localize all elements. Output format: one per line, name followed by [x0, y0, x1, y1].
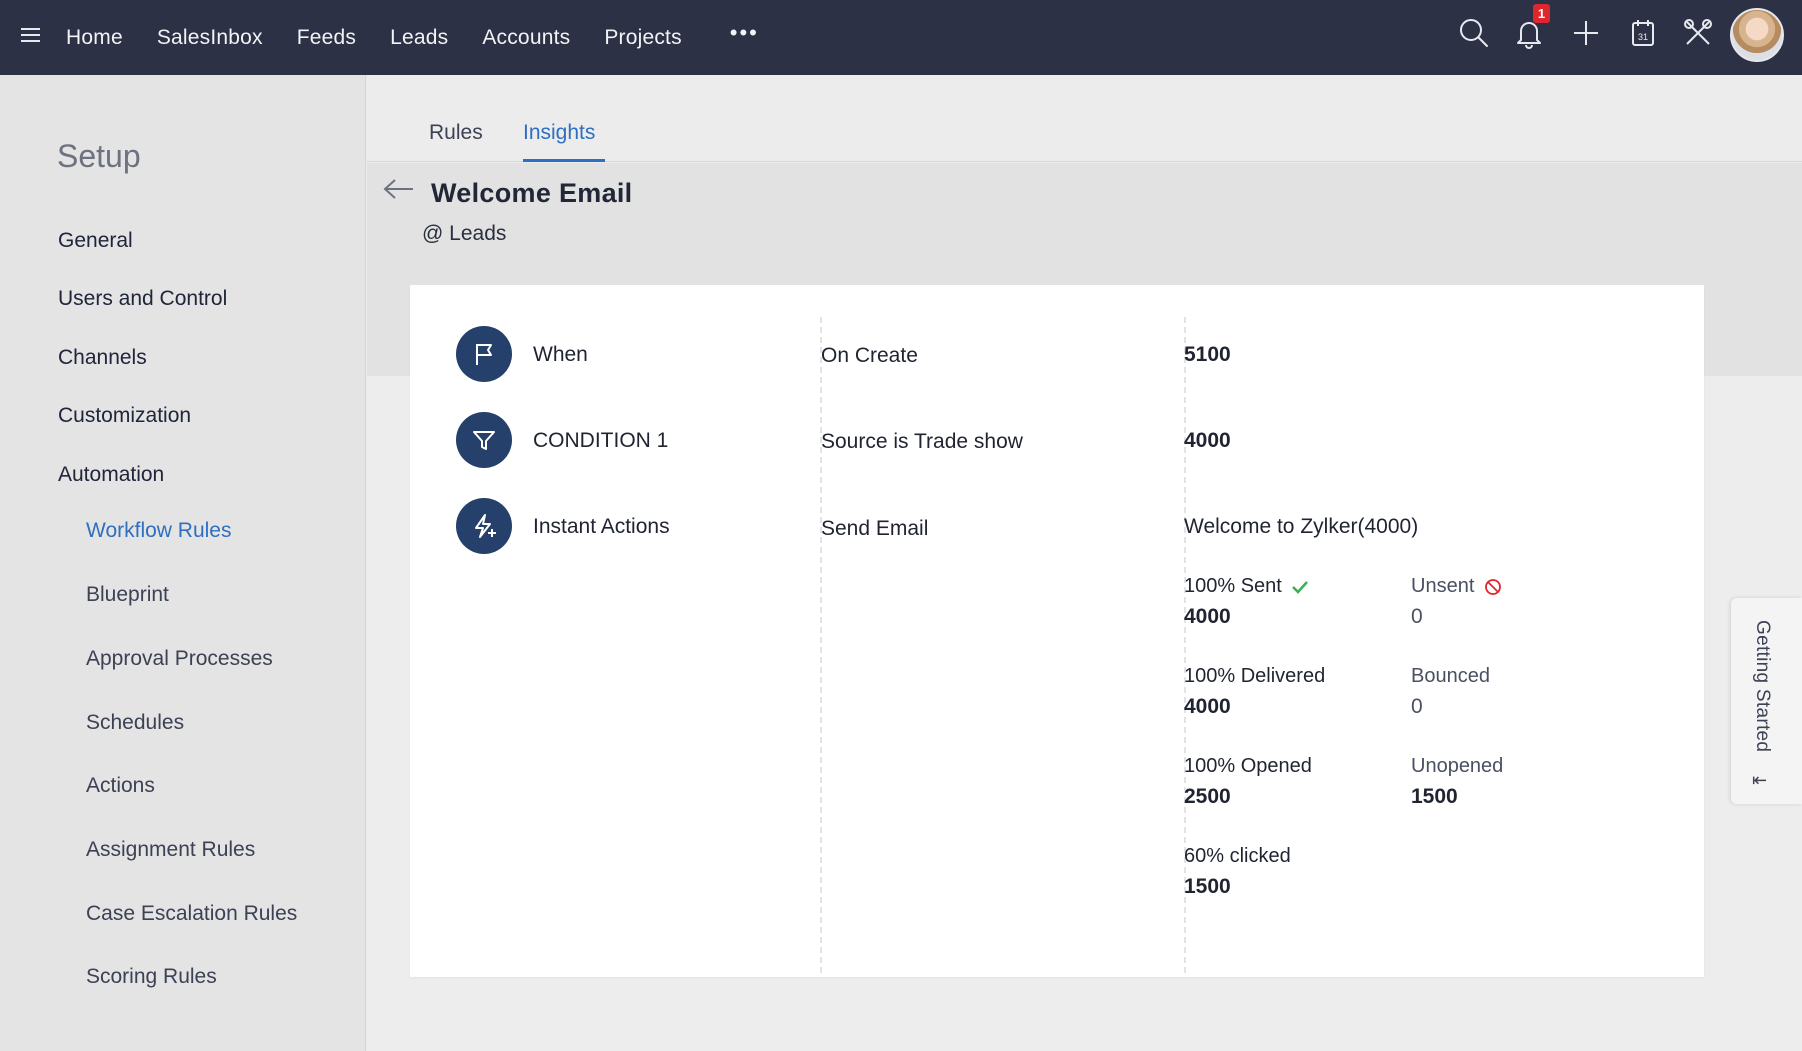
back-arrow-icon[interactable] [382, 177, 416, 201]
sidebar-item-actions[interactable]: Actions [86, 774, 155, 798]
hamburger-menu-icon[interactable] [21, 28, 40, 44]
tools-icon[interactable] [1681, 16, 1715, 50]
unsent-value: 0 [1411, 605, 1423, 628]
sidebar-item-approval-processes[interactable]: Approval Processes [86, 647, 273, 671]
sidebar-item-users-and-control[interactable]: Users and Control [58, 287, 227, 311]
main-nav: Home SalesInbox Feeds Leads Accounts Pro… [66, 0, 759, 75]
filter-icon [456, 412, 512, 468]
sent-label: 100% Sent [1184, 575, 1309, 598]
sent-value: 4000 [1184, 605, 1231, 628]
user-avatar[interactable] [1730, 8, 1784, 62]
step-actions-detail: Send Email [821, 517, 929, 540]
getting-started-tab[interactable]: Getting Started ⇤ [1731, 598, 1802, 804]
calendar-icon[interactable]: 31 [1626, 16, 1660, 50]
step-actions-label: Instant Actions [533, 515, 670, 538]
sidebar-item-automation[interactable]: Automation [58, 463, 164, 487]
step-when-detail: On Create [821, 344, 918, 367]
sidebar-item-customization[interactable]: Customization [58, 404, 191, 428]
nav-salesinbox[interactable]: SalesInbox [157, 26, 263, 50]
step-when-label: When [533, 343, 588, 366]
sidebar-item-schedules[interactable]: Schedules [86, 711, 184, 735]
step-when-count: 5100 [1184, 343, 1231, 366]
nav-accounts[interactable]: Accounts [482, 26, 570, 50]
sidebar-item-case-escalation-rules[interactable]: Case Escalation Rules [86, 902, 297, 926]
sidebar-item-workflow-rules[interactable]: Workflow Rules [86, 519, 231, 543]
page-title: Welcome Email [431, 178, 633, 208]
active-tab-indicator [523, 159, 605, 162]
sidebar-item-general[interactable]: General [58, 229, 133, 253]
top-navigation-bar: Home SalesInbox Feeds Leads Accounts Pro… [0, 0, 1802, 75]
plus-icon[interactable] [1569, 16, 1603, 50]
opened-value: 2500 [1184, 785, 1231, 808]
sidebar-item-assignment-rules[interactable]: Assignment Rules [86, 838, 255, 862]
column-divider [820, 317, 822, 973]
bounced-value: 0 [1411, 695, 1423, 718]
lightning-icon [456, 498, 512, 554]
main-content: Rules Insights Welcome Email @ Leads Whe… [367, 75, 1802, 1051]
clicked-label: 60% clicked [1184, 845, 1291, 867]
setup-sidebar: Setup General Users and Control Channels… [0, 75, 366, 1051]
collapse-arrow-icon: ⇤ [1752, 770, 1768, 790]
bounced-label: Bounced [1411, 665, 1490, 687]
nav-feeds[interactable]: Feeds [297, 26, 356, 50]
unsent-label: Unsent [1411, 575, 1502, 598]
tab-bar: Rules Insights [367, 75, 1802, 162]
opened-label: 100% Opened [1184, 755, 1312, 777]
tab-insights[interactable]: Insights [523, 121, 595, 145]
tab-rules[interactable]: Rules [429, 121, 483, 145]
svg-text:31: 31 [1638, 32, 1648, 42]
sidebar-item-channels[interactable]: Channels [58, 346, 147, 370]
step-condition-count: 4000 [1184, 429, 1231, 452]
delivered-value: 4000 [1184, 695, 1231, 718]
delivered-label: 100% Delivered [1184, 665, 1326, 687]
unopened-value: 1500 [1411, 785, 1458, 808]
blocked-icon [1485, 578, 1501, 595]
sidebar-title: Setup [57, 138, 141, 174]
step-condition-label: CONDITION 1 [533, 429, 669, 452]
insights-card: When On Create 5100 CONDITION 1 Source i… [410, 285, 1704, 977]
check-icon [1292, 580, 1309, 594]
flag-icon [456, 326, 512, 382]
nav-leads[interactable]: Leads [390, 26, 448, 50]
email-template-name: Welcome to Zylker(4000) [1184, 515, 1419, 538]
clicked-value: 1500 [1184, 875, 1231, 898]
unopened-label: Unopened [1411, 755, 1504, 777]
sidebar-item-blueprint[interactable]: Blueprint [86, 583, 169, 607]
notification-badge: 1 [1533, 4, 1550, 23]
nav-projects[interactable]: Projects [604, 26, 681, 50]
search-icon[interactable] [1457, 16, 1491, 50]
more-options-icon[interactable]: ••• [730, 20, 759, 46]
module-label: @ Leads [422, 222, 507, 245]
step-condition-detail: Source is Trade show [821, 430, 1023, 453]
bell-icon[interactable]: 1 [1512, 4, 1550, 50]
sidebar-item-scoring-rules[interactable]: Scoring Rules [86, 965, 217, 989]
nav-home[interactable]: Home [66, 26, 123, 50]
getting-started-label: Getting Started [1752, 620, 1773, 753]
